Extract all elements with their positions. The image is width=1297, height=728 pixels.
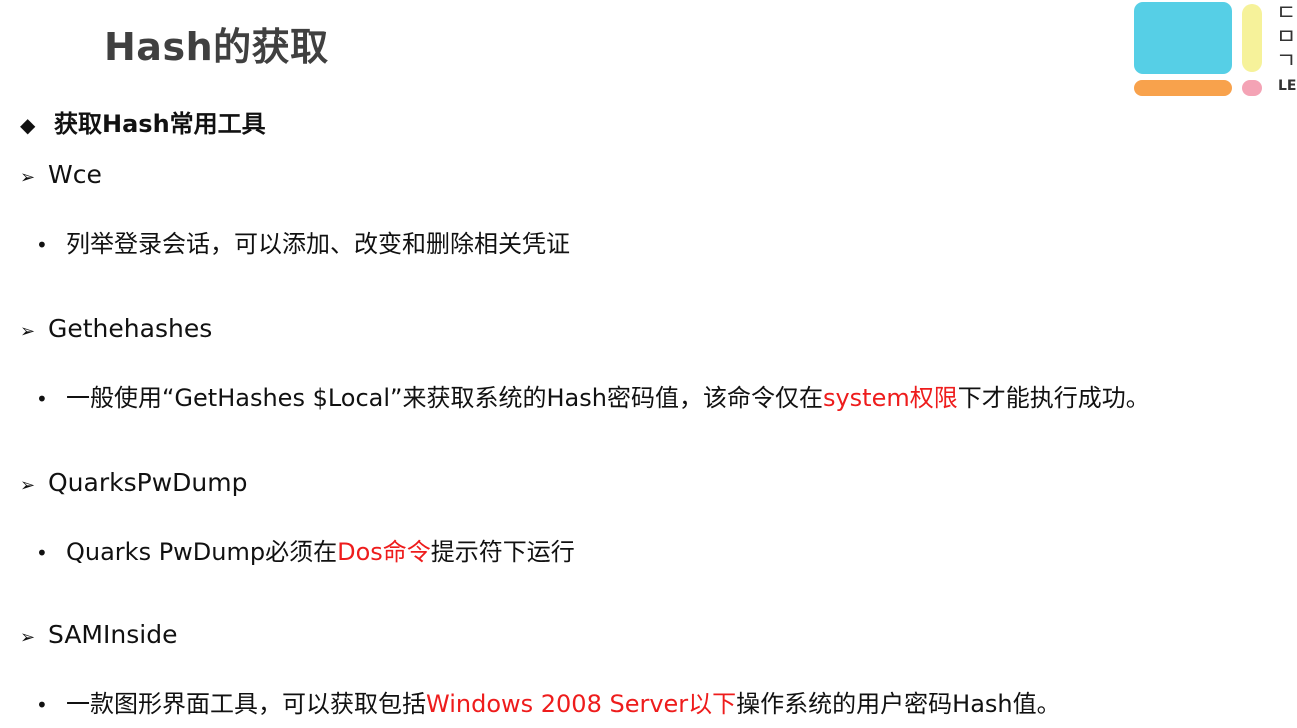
- desc-highlight: system权限: [822, 384, 958, 412]
- desc-text: 一款图形界面工具，可以获取包括: [66, 690, 426, 718]
- desc-text-after: 操作系统的用户密码Hash值。: [736, 690, 1061, 718]
- tool-item: ➢ QuarksPwDump: [20, 468, 247, 497]
- logo-yellow-bar: [1242, 4, 1262, 72]
- arrow-bullet-icon: ➢: [20, 167, 36, 188]
- desc-text: Quarks PwDump必须在: [66, 538, 338, 566]
- tool-item: ➢ Wce: [20, 160, 102, 189]
- desc-text: 一般使用“GetHashes $Local”来获取系统的Hash密码值，该命令仅…: [66, 384, 823, 412]
- slide-title: Hash的获取: [104, 25, 329, 69]
- desc-text-after: 下才能执行成功。: [957, 384, 1150, 412]
- tool-name: QuarksPwDump: [48, 468, 248, 497]
- tool-item: ➢ SAMInside: [20, 620, 177, 649]
- logo-orange-bar: [1134, 80, 1232, 96]
- arrow-bullet-icon: ➢: [20, 321, 36, 342]
- tool-name: SAMInside: [48, 620, 178, 649]
- dot-bullet-icon: •: [36, 541, 48, 565]
- logo-pink-dot: [1242, 80, 1262, 96]
- desc-text: 列举登录会话，可以添加、改变和删除相关凭证: [66, 230, 570, 258]
- desc-text-after: 提示符下运行: [430, 538, 575, 566]
- section-heading-text: 获取Hash常用工具: [54, 110, 266, 138]
- dot-bullet-icon: •: [36, 387, 48, 411]
- desc-highlight: Windows 2008 Server以下: [426, 690, 737, 718]
- logo-text: LE: [1278, 78, 1297, 94]
- tool-description: • 一款图形界面工具，可以获取包括Windows 2008 Server以下操作系…: [36, 684, 1061, 719]
- dot-bullet-icon: •: [36, 693, 48, 717]
- tool-description: • Quarks PwDump必须在Dos命令提示符下运行: [36, 532, 575, 567]
- dot-bullet-icon: •: [36, 233, 48, 257]
- tool-item: ➢ Gethehashes: [20, 314, 212, 343]
- tool-description: • 一般使用“GetHashes $Local”来获取系统的Hash密码值，该命令…: [36, 378, 1150, 413]
- arrow-bullet-icon: ➢: [20, 627, 36, 648]
- diamond-icon: ◆: [20, 113, 36, 137]
- logo: ㄷ ㅁ ㄱ LE: [1130, 0, 1297, 100]
- logo-blue-block: [1134, 2, 1232, 74]
- arrow-bullet-icon: ➢: [20, 475, 36, 496]
- logo-glyph-icon: ㄷ ㅁ ㄱ: [1276, 1, 1297, 74]
- tool-name: Gethehashes: [48, 314, 213, 343]
- desc-highlight: Dos命令: [337, 538, 431, 566]
- tool-description: • 列举登录会话，可以添加、改变和删除相关凭证: [36, 224, 570, 259]
- section-heading: ◆ 获取Hash常用工具: [20, 104, 266, 139]
- tool-name: Wce: [48, 160, 102, 189]
